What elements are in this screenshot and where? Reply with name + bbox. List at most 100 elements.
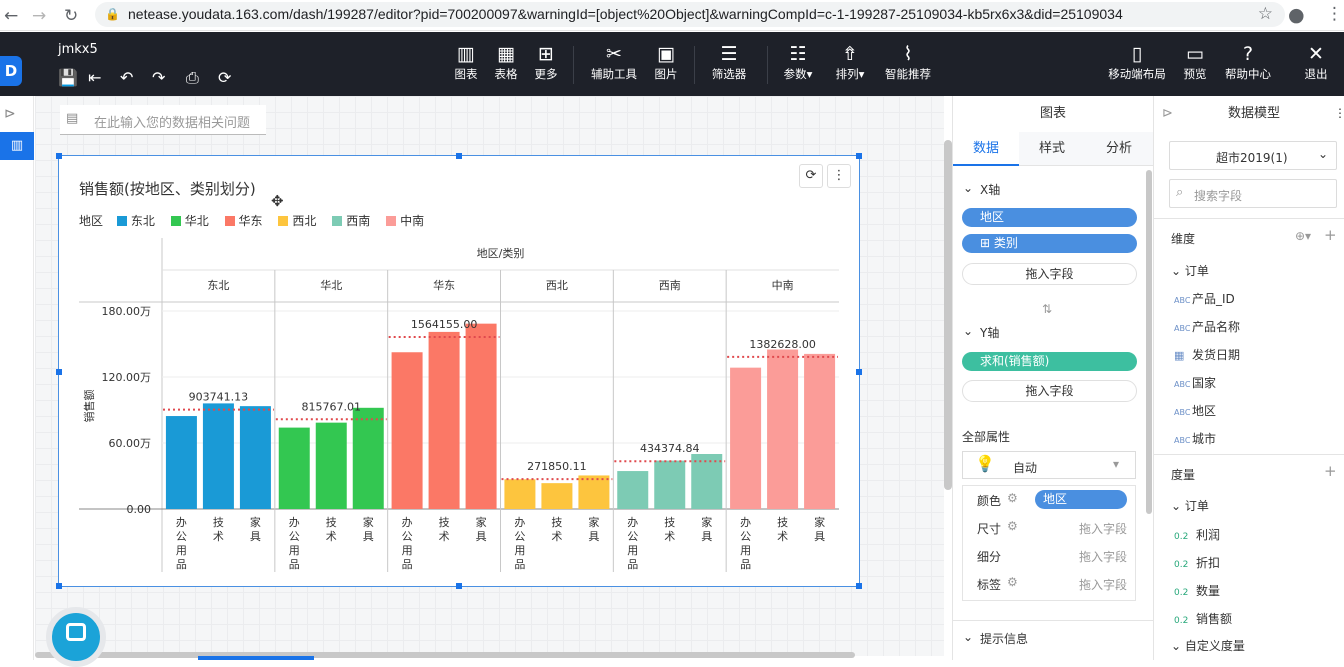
x-drop-zone[interactable]: 拖入字段 [962, 263, 1137, 285]
dashboard-title[interactable]: jmkx5 [58, 42, 98, 57]
canvas-horizontal-scrollbar[interactable] [35, 652, 855, 658]
y-drop-zone[interactable]: 拖入字段 [962, 380, 1137, 402]
chart-bar[interactable] [352, 407, 384, 509]
tab-style[interactable]: 样式 [1019, 132, 1085, 166]
dim-field[interactable]: ▦ 发货日期 [1174, 346, 1240, 363]
bar-chart[interactable]: 地区/类别 0.00 60.00万 120.00万 180.00万销售额 东北办公用品 技术… [59, 226, 859, 576]
help-chat-button[interactable] [46, 607, 106, 667]
measure-group[interactable]: ⌄ 订单 [1171, 497, 1209, 514]
chart-list-icon[interactable]: ▥ [0, 132, 34, 160]
chart-bar[interactable] [165, 416, 197, 509]
undo-icon[interactable]: ↶ [120, 68, 133, 87]
chevron-down-icon[interactable]: ⌄ [963, 324, 973, 338]
divider[interactable] [1154, 454, 1344, 455]
x-field-pill[interactable]: 地区 [962, 208, 1137, 227]
globe-icon[interactable]: ⊕▾ [1295, 229, 1311, 243]
chart-bar[interactable] [804, 353, 836, 509]
chart-bar[interactable] [315, 422, 347, 509]
toolbar-help-button[interactable]: ? 帮助中心 [1219, 42, 1277, 82]
question-input[interactable]: ▤ 在此输入您的数据相关问题 [60, 105, 266, 135]
panel-scrollbar[interactable] [1146, 170, 1152, 514]
toolbar-image-button[interactable]: ▣ 图片 [642, 42, 690, 82]
prop-drop-zone[interactable]: 拖入字段 [1079, 576, 1127, 593]
toolbar-exit-button[interactable]: ✕ 退出 [1292, 42, 1340, 82]
address-bar[interactable]: 🔒 netease.youdata.163.com/dash/199287/ed… [95, 2, 1285, 27]
x-field-pill[interactable]: ⊞ 类别 [962, 234, 1137, 253]
chart-bar[interactable] [617, 471, 649, 509]
resize-handle[interactable] [456, 153, 462, 159]
refresh-icon[interactable]: ⟳ [218, 68, 231, 87]
gear-icon[interactable]: ⚙ [1007, 519, 1018, 533]
chart-bar[interactable] [730, 367, 762, 509]
forward-arrow-icon[interactable]: → [32, 6, 46, 26]
resize-handle[interactable] [56, 583, 62, 589]
color-field-pill[interactable]: 地区 [1035, 490, 1127, 509]
undo-all-icon[interactable]: ⇤ [88, 68, 101, 87]
refresh-chart-button[interactable]: ⟳ [799, 164, 823, 188]
dim-group[interactable]: ⌄ 订单 [1171, 262, 1209, 279]
redo-icon[interactable]: ↷ [152, 68, 165, 87]
chart-bar[interactable] [654, 460, 686, 509]
tab-data[interactable]: 数据 [953, 132, 1019, 166]
dataset-select[interactable]: 超市2019(1) ⌄ [1169, 141, 1337, 170]
save-icon[interactable]: 💾 [58, 68, 78, 87]
custom-measure-group[interactable]: ⌄ 自定义度量 [1171, 637, 1245, 654]
browser-menu-icon[interactable]: ⋮ [1326, 4, 1343, 24]
add-icon[interactable]: + [1324, 226, 1337, 244]
chart-bar[interactable] [428, 331, 460, 509]
dim-field[interactable]: ABC 产品名称 [1174, 318, 1240, 335]
measure-field[interactable]: 0.2 数量 [1174, 582, 1220, 599]
toolbar-preview-button[interactable]: ▭ 预览 [1171, 42, 1219, 82]
chevron-down-icon[interactable]: ⌄ [963, 630, 973, 644]
dim-field[interactable]: ABC 国家 [1174, 374, 1216, 391]
toolbar-tools-button[interactable]: ✂ 辅助工具 [586, 42, 642, 82]
toolbar-smart-button[interactable]: ⌇ 智能推荐 [880, 42, 936, 82]
canvas-vertical-scrollbar[interactable] [944, 140, 952, 490]
more-icon[interactable]: ⋮ [1334, 106, 1344, 120]
toolbar-more-button[interactable]: ⊞ 更多 [522, 42, 570, 82]
chart-bar[interactable] [767, 349, 799, 510]
chart-bar[interactable] [578, 475, 610, 509]
add-icon[interactable]: + [1324, 462, 1337, 480]
prop-drop-zone[interactable]: 拖入字段 [1079, 520, 1127, 537]
reload-icon[interactable]: ↻ [64, 6, 78, 26]
back-arrow-icon[interactable]: ← [4, 6, 18, 26]
gear-icon[interactable]: ⚙ [1007, 491, 1018, 505]
field-search-input[interactable]: ⌕ 搜索字段 [1169, 179, 1337, 208]
chart-widget[interactable]: 销售额(按地区、类别划分) ✥ ⟳ ⋮ 地区 东北 华北 华东 西北 西南 中南… [56, 153, 862, 589]
bookmark-star-icon[interactable]: ☆ [1258, 4, 1273, 24]
chart-bar[interactable] [504, 479, 536, 509]
tab-analysis[interactable]: 分析 [1086, 132, 1152, 166]
resize-handle[interactable] [56, 153, 62, 159]
toolbar-mobile-button[interactable]: ▯ 移动端布局 [1104, 42, 1170, 82]
chevron-down-icon[interactable]: ⌄ [963, 181, 973, 195]
dim-field[interactable]: ABC 产品_ID [1174, 290, 1235, 307]
resize-handle[interactable] [456, 583, 462, 589]
collapse-panel-icon[interactable]: ⊳ [1162, 106, 1173, 121]
chart-more-button[interactable]: ⋮ [827, 164, 851, 188]
chart-bar[interactable] [465, 323, 497, 509]
dim-field[interactable]: ABC 城市 [1174, 430, 1216, 447]
measure-field[interactable]: 0.2 销售额 [1174, 610, 1232, 627]
y-field-pill[interactable]: 求和(销售额) [962, 352, 1137, 371]
prop-drop-zone[interactable]: 拖入字段 [1079, 548, 1127, 565]
dim-field[interactable]: ABC 地区 [1174, 402, 1216, 419]
collapse-panel-icon[interactable]: ⊳ [4, 106, 16, 122]
resize-handle[interactable] [856, 153, 862, 159]
toolbar-params-button[interactable]: ☷ 参数▾ [774, 42, 822, 82]
chart-bar[interactable] [391, 352, 423, 509]
gear-icon[interactable]: ⚙ [1007, 575, 1018, 589]
account-avatar-icon[interactable]: ● [1288, 4, 1305, 26]
resize-handle[interactable] [856, 583, 862, 589]
chart-bar[interactable] [541, 483, 573, 509]
chart-bar[interactable] [202, 403, 234, 509]
chart-bar[interactable] [239, 406, 271, 509]
chart-bar[interactable] [278, 427, 310, 509]
print-icon[interactable]: ⎙ [186, 68, 199, 88]
measure-field[interactable]: 0.2 利润 [1174, 526, 1220, 543]
mark-type-select[interactable]: 💡 自动 ▾ [962, 451, 1136, 479]
measure-field[interactable]: 0.2 折扣 [1174, 554, 1220, 571]
chart-bar[interactable] [691, 454, 723, 509]
toolbar-sort-button[interactable]: ⇮ 排列▾ [826, 42, 874, 82]
toolbar-filter-button[interactable]: ☰ 筛选器 [705, 42, 753, 82]
